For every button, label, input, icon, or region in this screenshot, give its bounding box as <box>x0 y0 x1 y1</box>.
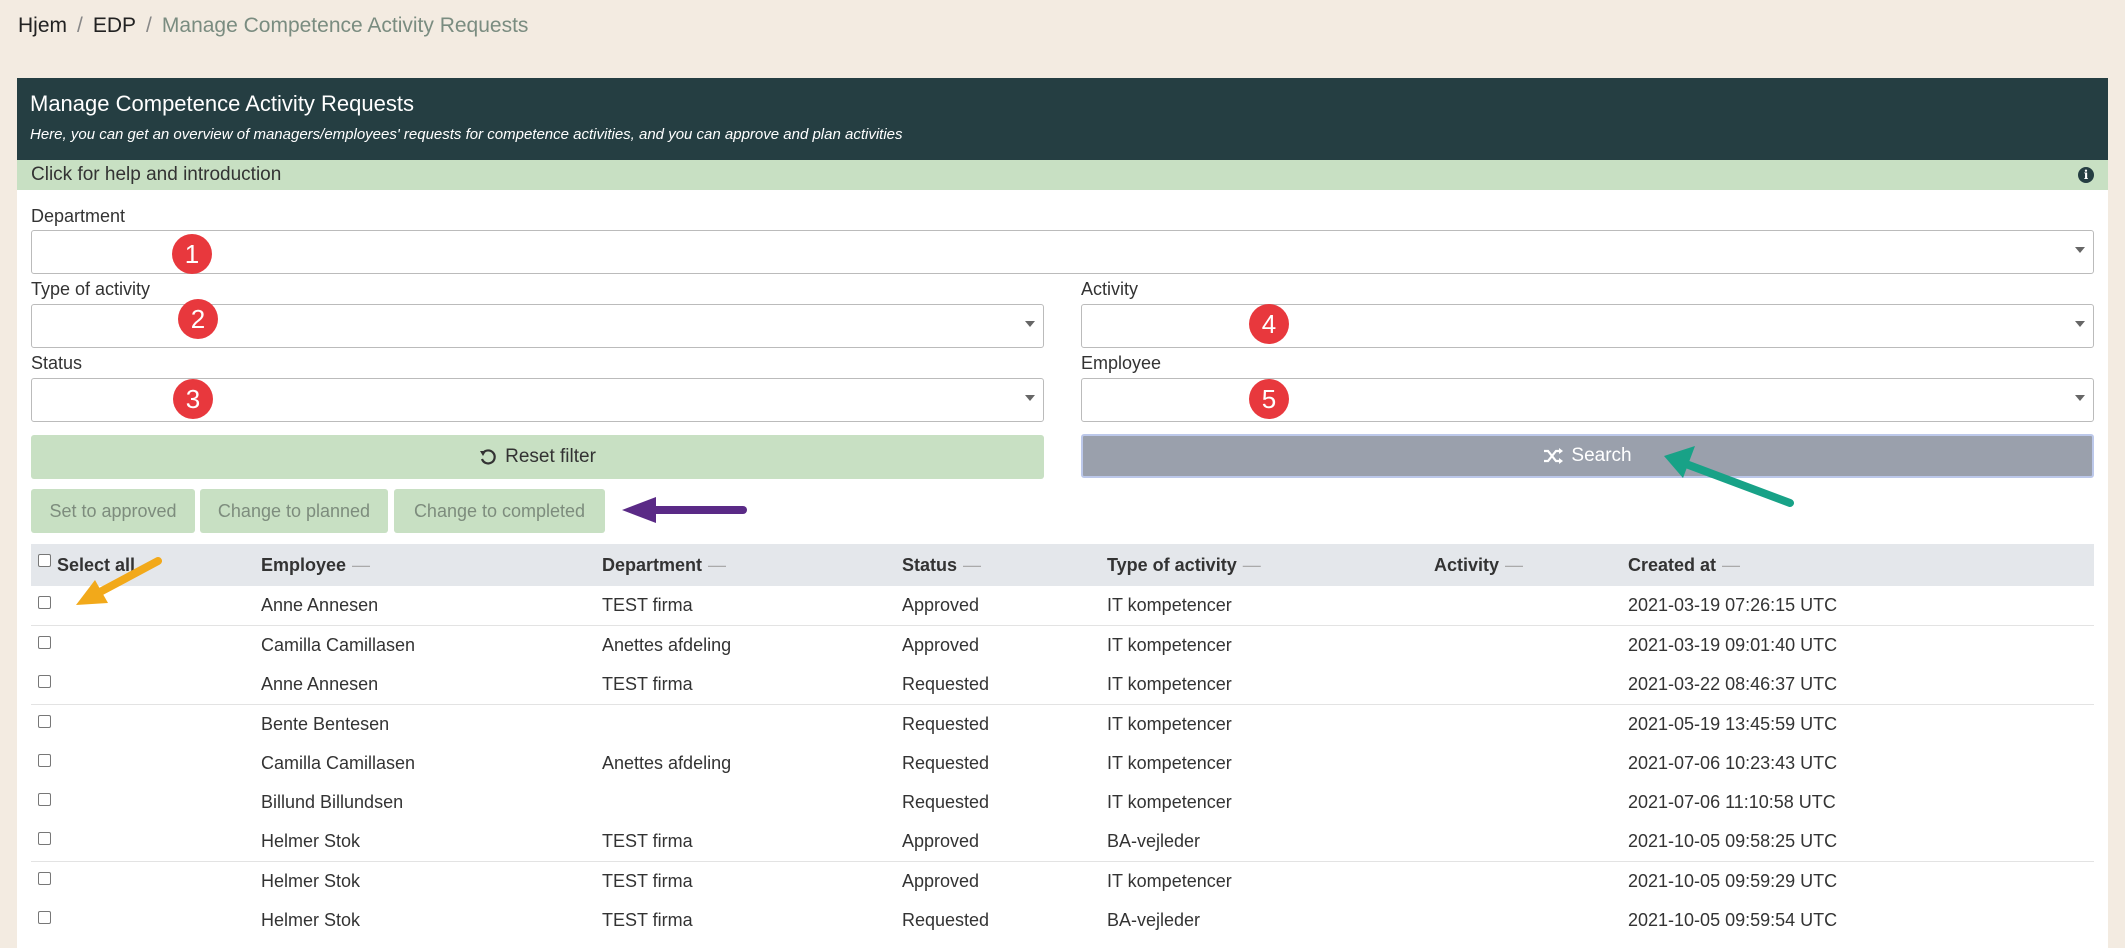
purple-arrow <box>622 497 747 523</box>
annotation-arrows <box>76 446 1794 605</box>
orange-arrow <box>76 557 162 605</box>
green-arrow <box>1664 446 1794 507</box>
